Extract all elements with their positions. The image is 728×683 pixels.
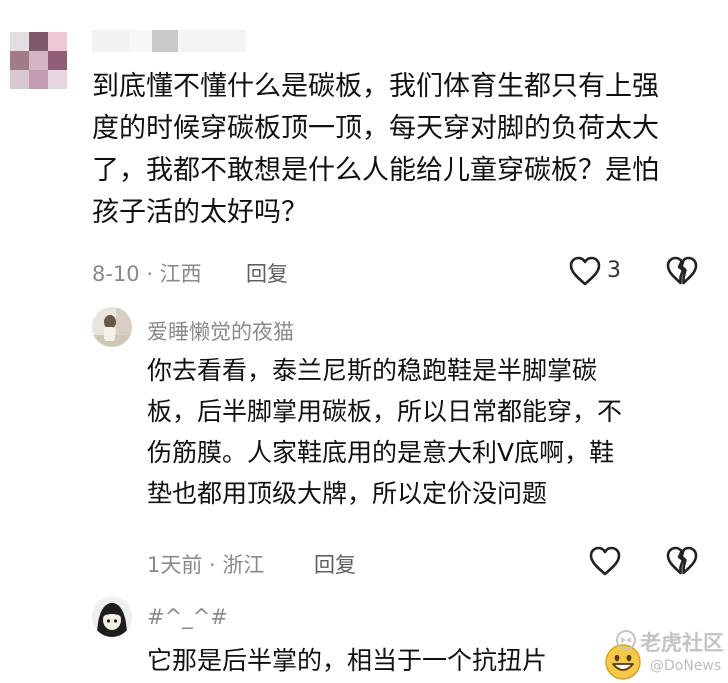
- reply-line: 伤筋膜。人家鞋底用的是意大利V底啊，鞋: [147, 438, 615, 467]
- reply-text: 它那是后半掌的，相当于一个抗扭片: [147, 640, 617, 681]
- comment-text: 到底懂不懂什么是碳板，我们体育生都只有上强 度的时候穿碳板顶一顶，每天穿对脚的负…: [92, 66, 712, 234]
- watermark-brand: 老虎社区: [640, 631, 724, 655]
- reply-line: 它那是后半掌的，相当于一个抗扭片: [147, 646, 548, 675]
- avatar-anime-icon: [92, 597, 132, 637]
- comment-meta: 8-10 · 江西: [92, 262, 202, 286]
- comment-line: 了，我都不敢想是什么人能给儿童穿碳板？是怕: [92, 155, 659, 186]
- watermark-handle: @DoNews: [650, 658, 722, 674]
- comment-line: 到底懂不懂什么是碳板，我们体育生都只有上强: [92, 71, 659, 102]
- reply-line: 板，后半脚掌用碳板，所以日常都能穿，不: [147, 397, 623, 426]
- reply-line: 垫也都用顶级大牌，所以定价没问题: [147, 479, 548, 508]
- reply-text: 你去看看，泰兰尼斯的稳跑鞋是半脚掌碳 板，后半脚掌用碳板，所以日常都能穿，不 伤…: [147, 350, 707, 514]
- reply-username[interactable]: #^_^#: [147, 605, 228, 629]
- reply-button[interactable]: 回复: [314, 549, 356, 579]
- heart-outline-icon[interactable]: [588, 545, 622, 577]
- broken-heart-icon[interactable]: [665, 255, 699, 287]
- avatar[interactable]: [92, 307, 132, 347]
- broken-heart-icon[interactable]: [665, 545, 699, 577]
- tiger-logo-icon: [616, 630, 636, 650]
- comment-line: 孩子活的太好吗？: [92, 197, 308, 228]
- avatar[interactable]: [10, 32, 68, 90]
- reply-username[interactable]: 爱睡懒觉的夜猫: [147, 316, 294, 346]
- reply-button[interactable]: 回复: [246, 258, 288, 288]
- avatar-photo: [92, 307, 132, 347]
- like-count: 3: [607, 258, 621, 283]
- avatar[interactable]: [92, 597, 132, 637]
- reply-line: 你去看看，泰兰尼斯的稳跑鞋是半脚掌碳: [147, 356, 598, 385]
- comment-line: 度的时候穿碳板顶一顶，每天穿对脚的负荷太大: [92, 113, 659, 144]
- username-blurred: [92, 30, 246, 52]
- reply-meta: 1天前 · 浙江: [147, 553, 265, 577]
- heart-outline-icon[interactable]: [568, 255, 602, 287]
